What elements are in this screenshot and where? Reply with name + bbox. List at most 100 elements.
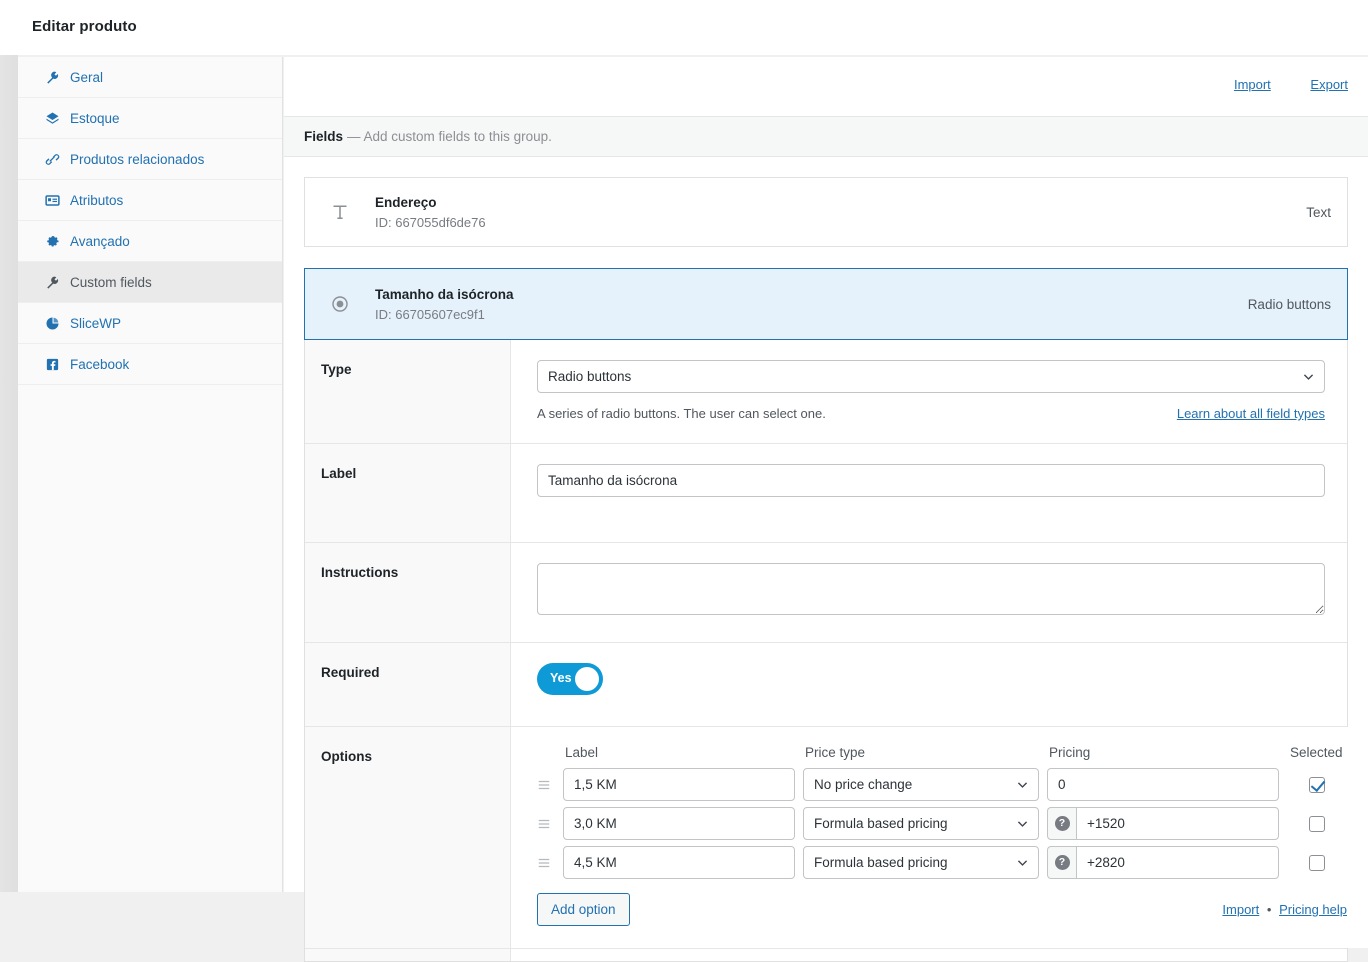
setting-label-type: Type (305, 340, 511, 443)
page-title: Editar produto (32, 18, 137, 35)
radio-button-icon (305, 294, 375, 314)
wrench-icon (42, 67, 62, 87)
sidebar-item-label: Avançado (70, 233, 130, 249)
setting-label-required: Required (305, 643, 511, 726)
field-row-endereco[interactable]: Endereço ID: 667055df6de76 Text (304, 177, 1348, 247)
fields-list: Endereço ID: 667055df6de76 Text Tamanho … (284, 157, 1368, 962)
option-price-type-select[interactable]: Formula based pricing (803, 846, 1039, 879)
text-field-icon (305, 202, 375, 222)
option-price-type-value: No price change (814, 777, 913, 792)
sidebar-item-avancado[interactable]: Avançado (18, 221, 282, 262)
sidebar-item-produtos-relacionados[interactable]: Produtos relacionados (18, 139, 282, 180)
field-name: Tamanho da isócrona (375, 286, 514, 302)
sidebar-item-custom-fields[interactable]: Custom fields (18, 262, 282, 303)
field-id: ID: 66705607ec9f1 (375, 306, 485, 322)
option-label-input[interactable] (563, 768, 795, 801)
option-row: Formula based pricing ? (537, 807, 1347, 840)
sidebar-item-label: Facebook (70, 356, 130, 372)
wrench-icon (42, 272, 62, 292)
field-type-select-value: Radio buttons (548, 369, 632, 384)
sidebar-item-estoque[interactable]: Estoque (18, 98, 282, 139)
required-toggle[interactable]: Yes (537, 663, 603, 695)
option-pricing-input[interactable] (1047, 768, 1279, 801)
option-pricing-group: ? (1047, 807, 1279, 840)
learn-field-types-link[interactable]: Learn about all field types (1177, 406, 1325, 421)
sidebar-item-label: Custom fields (70, 274, 152, 290)
option-label-input[interactable] (563, 846, 795, 879)
option-selected-checkbox[interactable] (1309, 776, 1325, 793)
import-link[interactable]: Import (1234, 77, 1271, 92)
sidebar-item-slicewp[interactable]: SliceWP (18, 303, 282, 344)
required-toggle-label: Yes (550, 671, 572, 685)
option-row: Formula based pricing ? (537, 846, 1347, 879)
gear-icon (42, 231, 62, 251)
column-header-pricing: Pricing (1049, 745, 1091, 760)
pricing-help-link[interactable]: Pricing help (1279, 902, 1347, 917)
field-type-select[interactable]: Radio buttons (537, 360, 1325, 393)
fields-section-bar: Fields — Add custom fields to this group… (284, 116, 1368, 157)
cube-icon (42, 108, 62, 128)
chevron-down-icon (1016, 856, 1029, 872)
field-type-label: Text (1306, 204, 1331, 220)
field-name: Endereço (375, 194, 437, 210)
fields-section-description: — Add custom fields to this group. (347, 129, 552, 144)
add-option-button[interactable]: Add option (537, 893, 630, 926)
acf-field-group-panel: Import Export Fields — Add custom fields… (284, 57, 1368, 962)
field-settings-table: Type Radio buttons A series of radio but… (304, 340, 1368, 962)
drag-handle-icon[interactable] (537, 856, 563, 870)
fields-section-title: Fields (304, 129, 344, 144)
chevron-down-icon (1302, 370, 1315, 386)
column-header-selected: Selected (1290, 745, 1343, 760)
setting-label-options: Options (305, 727, 511, 948)
options-footer-links: Import • Pricing help (1222, 902, 1347, 917)
option-price-type-value: Formula based pricing (814, 855, 948, 870)
option-label-input[interactable] (563, 807, 795, 840)
field-label-input[interactable] (537, 464, 1325, 497)
sidebar-item-label: Geral (70, 69, 104, 85)
setting-label-label: Label (305, 444, 511, 542)
drag-handle-icon[interactable] (537, 817, 563, 831)
sidebar-item-geral[interactable]: Geral (18, 57, 282, 98)
page-left-gutter (0, 55, 18, 892)
column-header-price-type: Price type (805, 745, 866, 760)
setting-row-options: Options Label Price type Pricing Selecte… (305, 727, 1368, 949)
option-price-type-select[interactable]: No price change (803, 768, 1039, 801)
field-type-description: A series of radio buttons. The user can … (537, 406, 826, 421)
sidebar-item-atributos[interactable]: Atributos (18, 180, 282, 221)
help-circle-icon[interactable]: ? (1047, 807, 1076, 840)
sidebar-item-label: Produtos relacionados (70, 151, 205, 167)
acf-panel-header: Import Export (284, 57, 1368, 116)
chevron-down-icon (1016, 778, 1029, 794)
option-pricing-input[interactable] (1076, 846, 1279, 879)
drag-handle-icon[interactable] (537, 778, 563, 792)
option-selected-checkbox[interactable] (1309, 815, 1325, 832)
setting-row-next-partial (305, 949, 1347, 961)
column-header-label: Label (565, 745, 599, 760)
setting-row-instructions: Instructions (305, 543, 1347, 643)
sidebar-item-facebook[interactable]: Facebook (18, 344, 282, 385)
links-separator: • (1266, 902, 1272, 917)
window-titlebar: Editar produto (0, 0, 1368, 55)
field-instructions-textarea[interactable] (537, 563, 1325, 615)
help-circle-icon[interactable]: ? (1047, 846, 1076, 879)
field-id: ID: 667055df6de76 (375, 214, 486, 230)
options-footer: Add option Import • Pricing help (537, 893, 1347, 926)
option-pricing-input[interactable] (1076, 807, 1279, 840)
option-selected-checkbox[interactable] (1309, 854, 1325, 871)
option-row: No price change (537, 768, 1347, 801)
sidebar-item-label: Atributos (70, 192, 124, 208)
setting-row-type: Type Radio buttons A series of radio but… (305, 340, 1347, 444)
sidebar-item-label: SliceWP (70, 315, 122, 331)
required-toggle-knob (575, 667, 599, 691)
facebook-icon (42, 354, 62, 374)
option-pricing-group: ? (1047, 846, 1279, 879)
options-table-header: Label Price type Pricing Selected (537, 745, 1347, 760)
acf-header-actions: Import Export (1198, 77, 1348, 92)
options-import-link[interactable]: Import (1222, 902, 1259, 917)
sidebar-item-label: Estoque (70, 110, 120, 126)
setting-row-label: Label (305, 444, 1347, 543)
field-row-tamanho-da-isocrona[interactable]: Tamanho da isócrona ID: 66705607ec9f1 Ra… (304, 268, 1348, 340)
option-price-type-select[interactable]: Formula based pricing (803, 807, 1039, 840)
export-link[interactable]: Export (1310, 77, 1348, 92)
product-data-tabs: Geral Estoque Produtos relacionados Atri… (18, 57, 283, 892)
